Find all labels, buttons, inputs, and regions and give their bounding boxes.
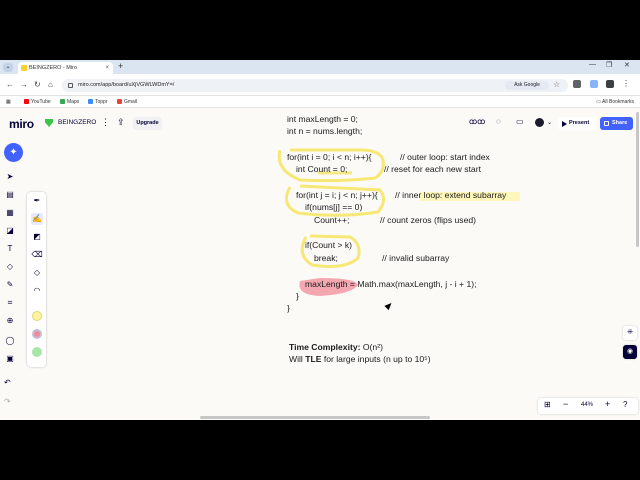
code-comment: // outer loop: start index [400, 152, 490, 162]
code-comment: // reset for each new start [384, 164, 481, 174]
code-line: } [296, 291, 299, 301]
time-complexity-line: Time Complexity: O(n²) [289, 342, 383, 353]
code-line: for(int i = 0; i < n; i++){ [287, 152, 372, 162]
tle-line: Will TLE for large inputs (n up to 10⁵) [289, 354, 431, 364]
discord-icon[interactable]: ◉ [623, 345, 637, 359]
time-complexity-value: O(n²) [362, 342, 383, 352]
time-complexity-label: Time Complexity: [289, 342, 361, 352]
board-map-icon[interactable]: ⊞ [544, 400, 551, 409]
horizontal-scrollbar[interactable] [200, 416, 430, 419]
zoom-controls: ⊞ − 44% + ? [538, 398, 638, 414]
zoom-level[interactable]: 44% [581, 402, 593, 408]
code-line: break; [314, 253, 338, 263]
zoom-out-button[interactable]: − [563, 399, 568, 409]
code-line: if(nums[j] == 0) [305, 202, 363, 212]
zoom-in-button[interactable]: + [605, 399, 610, 409]
code-line: for(int j = i; j < n; j++){ [296, 190, 378, 200]
code-line: maxLength = Math.max(maxLength, j - i + … [305, 279, 477, 289]
code-line: int Count = 0; [296, 164, 348, 174]
code-line: } [287, 303, 290, 313]
code-comment: // count zeros (flips used) [380, 215, 477, 225]
apps-icon[interactable]: ⁜ [623, 326, 637, 340]
code-line: Count++; [314, 215, 350, 225]
code-comment: // invalid subarray [382, 253, 450, 263]
vertical-scrollbar[interactable] [636, 112, 639, 247]
code-line: int maxLength = 0; [287, 114, 358, 124]
code-comment: // inner loop: extend subarray [395, 190, 507, 200]
code-line: int n = nums.length; [287, 126, 363, 136]
help-icon[interactable]: ? [623, 400, 627, 409]
code-line: if(Count > k) [305, 240, 353, 250]
